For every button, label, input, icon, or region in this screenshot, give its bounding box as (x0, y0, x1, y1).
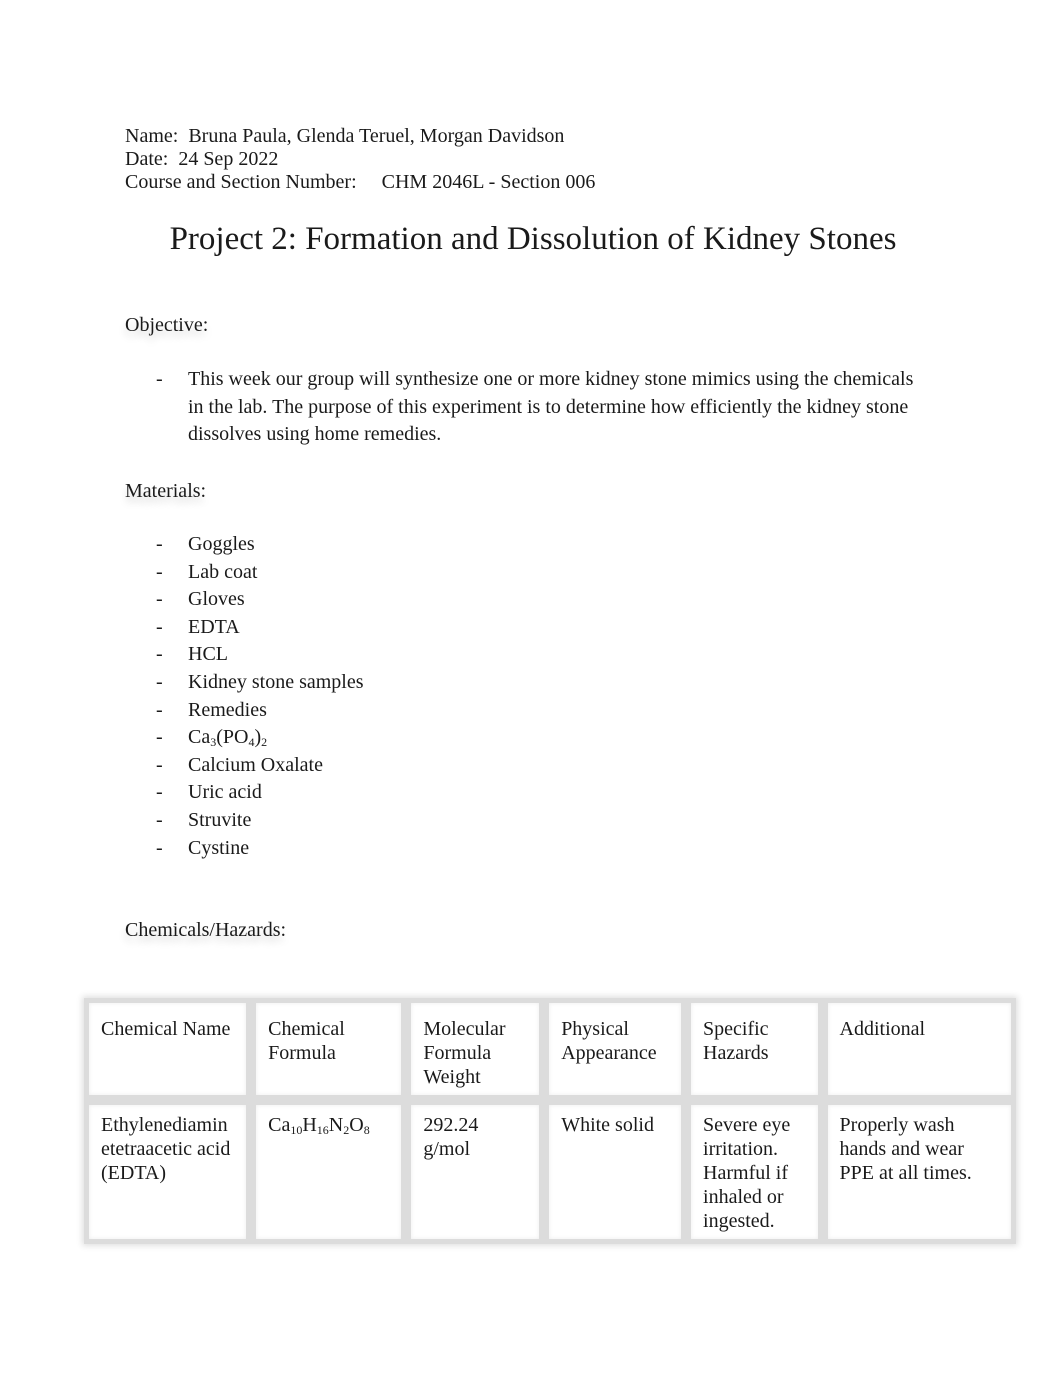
cell-chemical-formula: Ca10H16N2O8 (251, 1100, 407, 1244)
bullet-dash: - (156, 368, 163, 390)
material-text: Gloves (188, 588, 245, 611)
objective-list: - This week our group will synthesize on… (125, 366, 925, 449)
column-header-chemical-formula: Chemical Formula (251, 998, 407, 1100)
date-value: 24 Sep 2022 (178, 148, 279, 170)
material-text: EDTA (188, 615, 240, 638)
table-row: Ethylenediamin etetraacetic acid (EDTA) … (84, 1100, 1016, 1244)
formula-subscript: 2 (261, 735, 268, 750)
objective-heading: Objective: (125, 314, 209, 336)
formula-part: H (302, 1114, 317, 1136)
material-item: - HCL (125, 641, 364, 669)
material-text: Lab coat (188, 560, 258, 583)
material-text: Cystine (188, 836, 250, 859)
material-text: HCL (188, 643, 228, 666)
header-block: Name: Bruna Paula, Glenda Teruel, Morgan… (125, 125, 595, 194)
material-text: Struvite (188, 808, 252, 831)
date-line: Date: 24 Sep 2022 (125, 148, 595, 171)
formula-part: (PO (216, 726, 249, 749)
formula-part: N (328, 1114, 344, 1136)
material-text: Calcium Oxalate (188, 753, 323, 776)
bullet-dash: - (156, 670, 163, 693)
cell-chemical-name: Ethylenediamin etetraacetic acid (EDTA) (84, 1100, 252, 1244)
chemicals-heading: Chemicals/Hazards: (125, 919, 287, 941)
course-line: Course and Section Number: CHM 2046L - S… (125, 171, 595, 194)
bullet-dash: - (156, 615, 163, 638)
name-value: Bruna Paula, Glenda Teruel, Morgan David… (188, 125, 565, 147)
bullet-dash: - (156, 836, 163, 859)
column-header-chemical-name: Chemical Name (84, 998, 252, 1100)
formula-subscript: 10 (290, 1123, 303, 1137)
material-item: - Remedies (125, 697, 364, 725)
material-text: Goggles (188, 533, 255, 555)
material-item: - Cystine (125, 835, 364, 863)
objective-text: This week our group will synthesize one … (188, 368, 914, 446)
document-page: Name: Bruna Paula, Glenda Teruel, Morgan… (0, 0, 1062, 1377)
material-item-formula: - Ca3(PO4)2 (125, 724, 364, 752)
material-item: - Calcium Oxalate (125, 752, 364, 780)
bullet-dash: - (156, 808, 163, 831)
material-item: - Gloves (125, 586, 364, 614)
course-value: CHM 2046L - Section 006 (381, 171, 596, 193)
formula-part: Ca (188, 726, 211, 749)
name-label: Name: (125, 125, 179, 147)
bullet-dash: - (156, 643, 163, 666)
material-item: - Uric acid (125, 779, 364, 807)
material-text: Remedies (188, 698, 267, 721)
materials-list: - Goggles - Lab coat - Gloves - EDTA - HCL - K… (125, 531, 364, 862)
bullet-dash: - (156, 726, 163, 749)
material-item: - Struvite (125, 807, 364, 835)
bullet-dash: - (156, 533, 163, 555)
column-header-physical-appearance: Physical Appearance (544, 998, 687, 1100)
material-text: Kidney stone samples (188, 670, 364, 693)
material-text: Uric acid (188, 781, 262, 804)
material-item: - Kidney stone samples (125, 669, 364, 697)
materials-heading: Materials: (125, 480, 207, 502)
bullet-dash: - (156, 560, 163, 583)
material-item: - Goggles (125, 531, 364, 559)
cell-molecular-weight: 292.24 g/mol (406, 1100, 545, 1244)
calcium-phosphate-formula: Ca3(PO4)2 (188, 726, 267, 748)
bullet-dash: - (156, 753, 163, 776)
bullet-dash: - (156, 588, 163, 611)
chemicals-hazards-table: Chemical Name Chemical Formula Molecular… (84, 998, 1016, 1244)
formula-part: O (349, 1114, 364, 1136)
formula-part: Ca (268, 1114, 291, 1136)
bullet-dash: - (156, 698, 163, 721)
date-label: Date: (125, 148, 169, 170)
column-header-additional: Additional (822, 998, 1016, 1100)
table-header-row: Chemical Name Chemical Formula Molecular… (84, 998, 1016, 1100)
material-item: - Lab coat (125, 559, 364, 587)
objective-item: - This week our group will synthesize on… (125, 366, 925, 449)
formula-subscript: 8 (363, 1123, 370, 1137)
course-label: Course and Section Number: (125, 171, 357, 193)
material-item: - EDTA (125, 614, 364, 642)
column-header-molecular-weight: Molecular Formula Weight (406, 998, 545, 1100)
cell-physical-appearance: White solid (544, 1100, 687, 1244)
page-title: Project 2: Formation and Dissolution of … (169, 221, 897, 257)
cell-specific-hazards: Severe eye irritation. Harmful if inhale… (686, 1100, 823, 1244)
formula-subscript: 16 (316, 1123, 329, 1137)
column-header-specific-hazards: Specific Hazards (686, 998, 823, 1100)
name-line: Name: Bruna Paula, Glenda Teruel, Morgan… (125, 125, 595, 148)
cell-additional: Properly wash hands and wear PPE at all … (822, 1100, 1016, 1244)
bullet-dash: - (156, 781, 163, 804)
